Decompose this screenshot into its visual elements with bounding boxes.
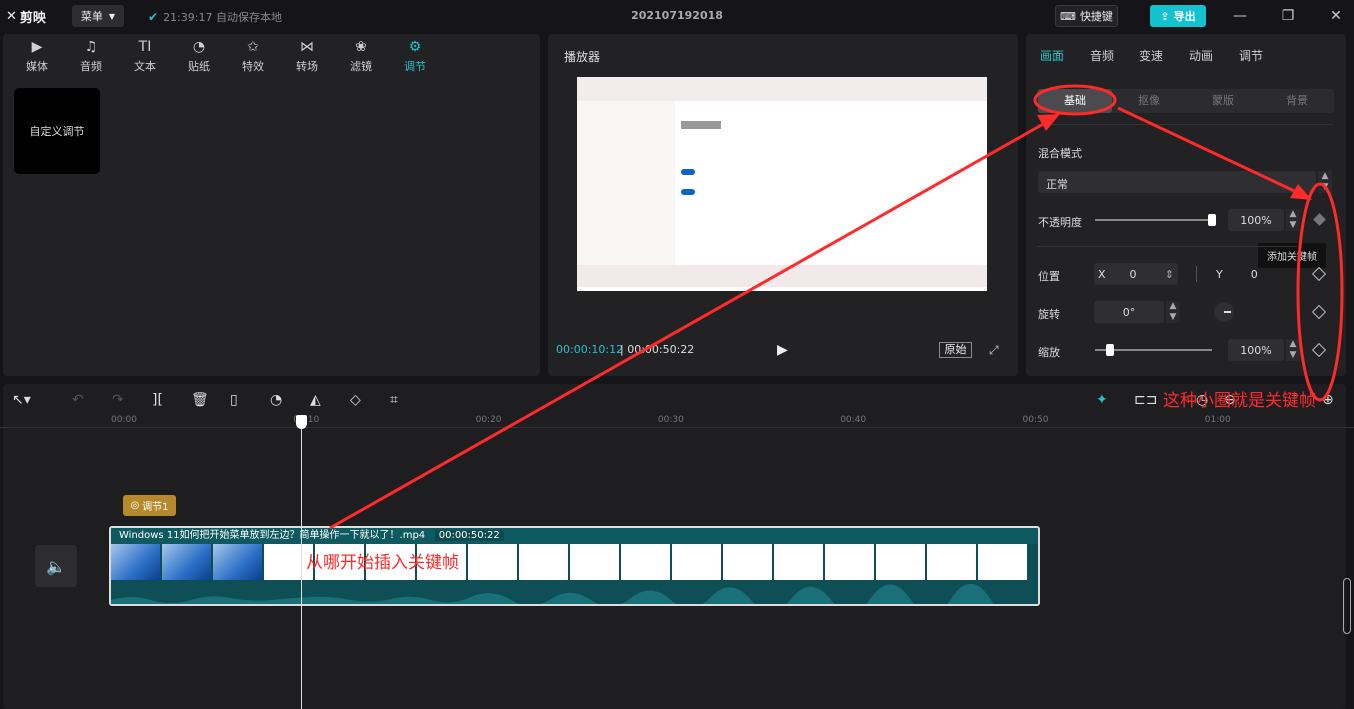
annotation-arrow-basic	[329, 121, 1046, 530]
annotation-circle-basic	[1033, 84, 1117, 116]
keyframe-note: 这种小圈就是关键帧	[1163, 391, 1316, 411]
annotation-circle-keyframes	[1296, 182, 1344, 402]
annotation-overlay	[329, 84, 1344, 530]
start-note: 从哪开始插入关键帧	[306, 553, 459, 573]
annotation-arrow-keyframes	[1117, 106, 1306, 198]
annotation-arrowhead	[1037, 114, 1060, 131]
